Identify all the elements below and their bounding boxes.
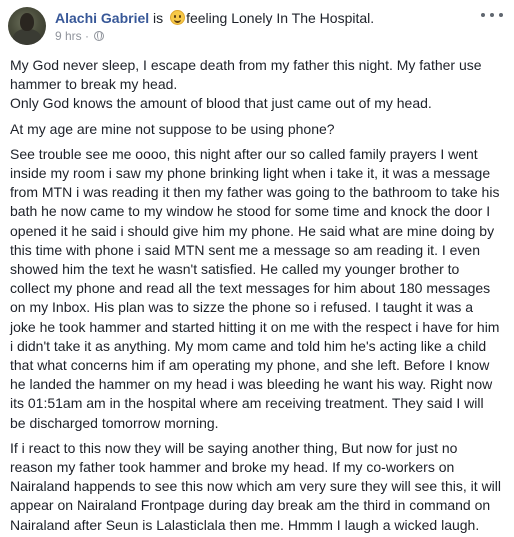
- post-line: from MTN i was reading it then my father…: [10, 184, 500, 201]
- post-line: bath he now came to my window he stood f…: [10, 203, 491, 220]
- smiling-emoji-icon: [170, 10, 186, 25]
- post-line: Nairaland happends to see this now which…: [10, 478, 502, 495]
- post-line: Only God knows the amount of blood that …: [10, 95, 432, 112]
- post-line: this time with phone i said MTN sent me …: [10, 241, 480, 258]
- is-text: is: [153, 10, 164, 26]
- post-header: Alachi Gabriel is feeling Lonely In The …: [55, 9, 374, 27]
- post-line: reason my father took hammer and broke m…: [10, 459, 455, 476]
- post-line: on my Inbox. His plan was to sizze the p…: [10, 299, 474, 316]
- meta-separator: ·: [85, 29, 90, 43]
- post-line: opened it he said i should give him my p…: [10, 222, 495, 239]
- post-line: inside my room i saw my phone brinking l…: [10, 165, 491, 182]
- post-line: If i react to this now they will be sayi…: [10, 439, 458, 456]
- post-line: its 01:51am am in the hospital where am …: [10, 395, 484, 412]
- post-line: hammer to break my head.: [10, 76, 178, 93]
- post-paragraph-4: If i react to this now they will be sayi…: [10, 439, 510, 535]
- post-meta: 9 hrs ·: [55, 28, 105, 44]
- post-body: My God never sleep, I escape death from …: [10, 56, 510, 535]
- globe-icon[interactable]: [94, 31, 105, 41]
- feeling-status: feeling Lonely In The Hospital.: [186, 10, 375, 26]
- post-paragraph-2: At my age are mine not suppose to be usi…: [10, 120, 510, 139]
- post-line: At my age are mine not suppose to be usi…: [10, 120, 335, 137]
- post-paragraph-3: See trouble see me oooo, this night afte…: [10, 145, 510, 433]
- more-options-icon[interactable]: [481, 8, 503, 22]
- post-line: i didn't take it as anything. My mom cam…: [10, 337, 487, 354]
- post-line: appear on Nairaland Frontpage during day…: [10, 497, 491, 514]
- post-timestamp-link[interactable]: 9 hrs: [55, 29, 82, 43]
- post-line: that what concerns him if am operating m…: [10, 357, 490, 374]
- more-dot: [481, 13, 485, 17]
- post-line: Nairaland after Seun is Lalasticlala the…: [10, 516, 480, 533]
- post-line: collect my phone and read all the text m…: [10, 280, 491, 297]
- post-paragraph-1: My God never sleep, I escape death from …: [10, 56, 510, 114]
- more-dot: [499, 13, 503, 17]
- more-dot: [490, 13, 494, 17]
- post-line: joke he took hammer and started hitting …: [10, 318, 500, 335]
- author-name-link[interactable]: Alachi Gabriel: [55, 10, 149, 26]
- post-line: showed him the text he wasn't satisfied.…: [10, 261, 460, 278]
- post-line: he landed the hammer on my head i was bl…: [10, 376, 493, 393]
- post-line: be discharged tomorrow morning.: [10, 414, 219, 431]
- post-line: My God never sleep, I escape death from …: [10, 57, 482, 73]
- post-line: See trouble see me oooo, this night afte…: [10, 145, 478, 162]
- author-avatar[interactable]: [8, 7, 46, 45]
- facebook-post: Alachi Gabriel is feeling Lonely In The …: [0, 0, 514, 537]
